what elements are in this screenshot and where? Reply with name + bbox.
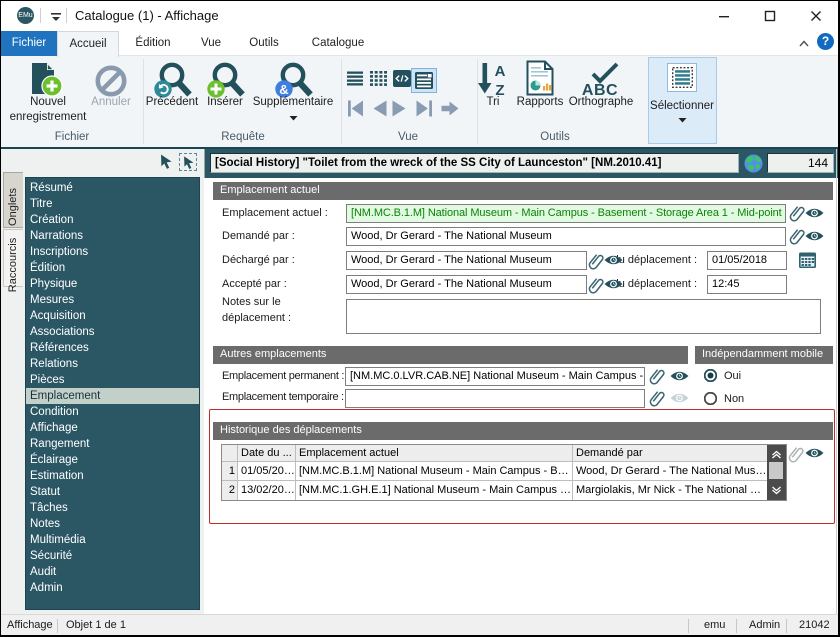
svg-text:A: A bbox=[495, 63, 506, 80]
svg-text:&: & bbox=[279, 82, 288, 97]
